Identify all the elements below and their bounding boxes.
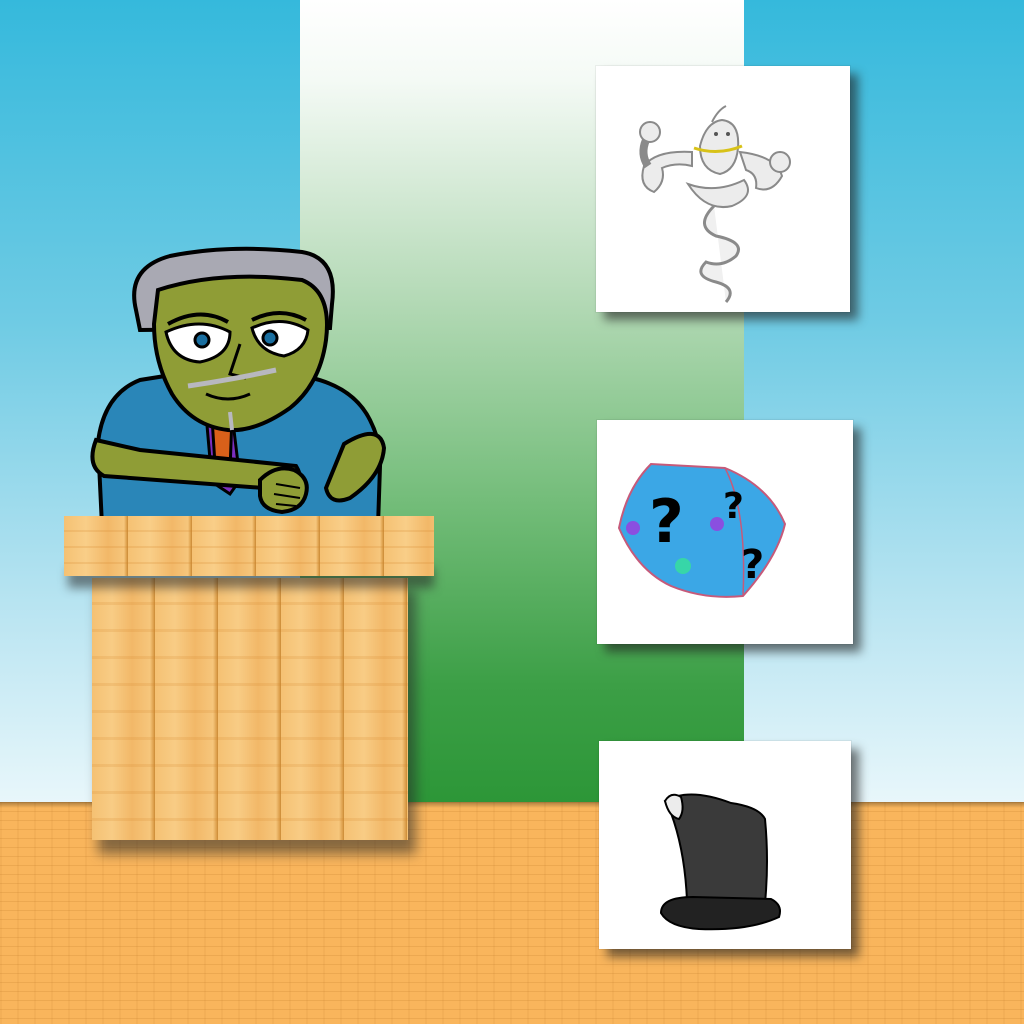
genie-icon xyxy=(639,105,791,303)
mystery-box-icon: ? ? ? xyxy=(617,462,787,598)
podium xyxy=(92,578,408,840)
svg-text:?: ? xyxy=(741,542,764,588)
svg-text:?: ? xyxy=(723,486,744,527)
choice-card-mystery-box[interactable]: ? ? ? xyxy=(597,420,853,644)
choice-card-genie[interactable] xyxy=(596,66,850,312)
svg-text:?: ? xyxy=(649,487,684,557)
game-scene: ? ? ? xyxy=(0,0,1024,1024)
top-hat-icon xyxy=(659,793,781,931)
host-character xyxy=(90,246,387,528)
podium-top xyxy=(64,516,434,576)
choice-card-top-hat[interactable] xyxy=(599,741,851,949)
